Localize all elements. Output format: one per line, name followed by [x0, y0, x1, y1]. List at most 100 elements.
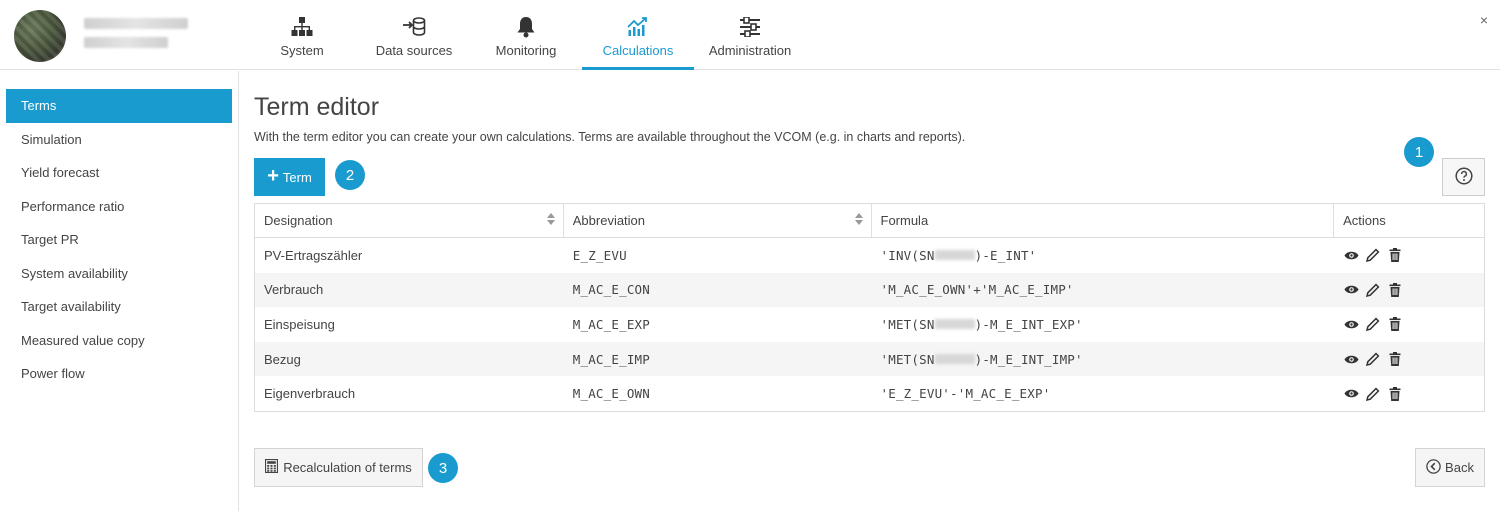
- cell-designation: Einspeisung: [264, 316, 335, 332]
- trash-icon[interactable]: [1387, 351, 1403, 367]
- add-term-label: Term: [282, 169, 312, 185]
- cell-designation: PV-Ertragszähler: [264, 247, 363, 263]
- trash-icon[interactable]: [1387, 316, 1403, 332]
- callout-badge-2: 2: [335, 160, 365, 190]
- data-import-icon: [402, 16, 426, 38]
- trash-icon[interactable]: [1387, 282, 1403, 298]
- arrow-left-circle-icon: [1426, 458, 1441, 477]
- nav-item-administration[interactable]: Administration: [694, 0, 806, 70]
- question-circle-icon: [1454, 166, 1473, 188]
- cell-formula: 'MET(SN)-M_E_INT_EXP': [880, 316, 1083, 332]
- nav-item-data-sources[interactable]: Data sources: [358, 0, 470, 70]
- eye-icon[interactable]: [1343, 316, 1359, 332]
- sidebar-item-system-availability[interactable]: System availability: [6, 257, 232, 291]
- sort-icon[interactable]: [854, 213, 863, 225]
- cell-formula: 'M_AC_E_OWN'+'M_AC_E_IMP': [880, 282, 1074, 298]
- pencil-icon[interactable]: [1365, 386, 1381, 402]
- column-header-abbreviation[interactable]: Abbreviation: [564, 204, 872, 237]
- sort-icon[interactable]: [546, 213, 555, 225]
- main-nav: System Data sources Monitoring Calculati…: [246, 0, 806, 70]
- page-title: Term editor: [254, 93, 380, 121]
- redacted-serial: [934, 250, 975, 261]
- sitemap-icon: [291, 16, 313, 38]
- header-label: Actions: [1343, 213, 1386, 228]
- close-icon[interactable]: ×: [1480, 12, 1488, 28]
- header-label: Designation: [264, 213, 333, 228]
- sidebar: Terms Simulation Yield forecast Performa…: [0, 71, 239, 511]
- user-info-blurred: [84, 18, 188, 56]
- avatar[interactable]: [14, 10, 66, 62]
- callout-badge-3: 3: [428, 453, 458, 483]
- table-row: PV-Ertragszähler E_Z_EVU 'INV(SN)-E_INT': [255, 238, 1484, 273]
- help-button[interactable]: [1442, 158, 1485, 196]
- cell-abbreviation: M_AC_E_IMP: [572, 351, 651, 367]
- eye-icon[interactable]: [1343, 247, 1359, 263]
- plus-icon: +: [267, 165, 279, 187]
- eye-icon[interactable]: [1343, 351, 1359, 367]
- table-row: Einspeisung M_AC_E_EXP 'MET(SN)-M_E_INT_…: [255, 307, 1484, 342]
- redacted-serial: [934, 354, 975, 365]
- cell-actions: [1334, 238, 1484, 273]
- sidebar-item-target-pr[interactable]: Target PR: [6, 223, 232, 257]
- pencil-icon[interactable]: [1365, 316, 1381, 332]
- pencil-icon[interactable]: [1365, 247, 1381, 263]
- chart-line-icon: [627, 16, 649, 38]
- top-bar: System Data sources Monitoring Calculati…: [0, 0, 1500, 70]
- sidebar-item-terms[interactable]: Terms: [6, 89, 232, 123]
- nav-item-calculations[interactable]: Calculations: [582, 0, 694, 70]
- pencil-icon[interactable]: [1365, 351, 1381, 367]
- add-term-button[interactable]: + Term: [254, 158, 325, 196]
- cell-formula: 'E_Z_EVU'-'M_AC_E_EXP': [880, 386, 1051, 402]
- callout-badge-1: 1: [1404, 137, 1434, 167]
- cell-actions: [1334, 376, 1484, 411]
- calculator-icon: [265, 458, 279, 476]
- header-label: Formula: [880, 213, 929, 228]
- column-header-formula: Formula: [872, 204, 1335, 237]
- recalculation-label: Recalculation of terms: [283, 460, 412, 475]
- nav-item-label: Calculations: [602, 43, 674, 58]
- page-description: With the term editor you can create your…: [254, 130, 966, 144]
- sliders-icon: [739, 16, 761, 38]
- cell-abbreviation: M_AC_E_OWN: [572, 386, 651, 402]
- nav-item-label: Monitoring: [495, 43, 557, 58]
- sidebar-item-simulation[interactable]: Simulation: [6, 123, 232, 157]
- cell-abbreviation: M_AC_E_EXP: [572, 316, 651, 332]
- cell-actions: [1334, 307, 1484, 342]
- column-header-designation[interactable]: Designation: [255, 204, 564, 237]
- trash-icon[interactable]: [1387, 247, 1403, 263]
- nav-item-label: Data sources: [375, 43, 453, 58]
- cell-formula: 'MET(SN)-M_E_INT_IMP': [880, 351, 1083, 367]
- cell-actions: [1334, 342, 1484, 377]
- sidebar-item-performance-ratio[interactable]: Performance ratio: [6, 190, 232, 224]
- table-header-row: Designation Abbreviation Formula Actions: [255, 204, 1484, 238]
- table-row: Eigenverbrauch M_AC_E_OWN 'E_Z_EVU'-'M_A…: [255, 376, 1484, 411]
- nav-item-label: Administration: [708, 43, 792, 58]
- cell-actions: [1334, 273, 1484, 308]
- sidebar-item-target-availability[interactable]: Target availability: [6, 290, 232, 324]
- back-button[interactable]: Back: [1415, 448, 1485, 487]
- redacted-serial: [934, 319, 975, 330]
- bell-icon: [516, 16, 536, 38]
- sidebar-item-measured-value-copy[interactable]: Measured value copy: [6, 324, 232, 358]
- pencil-icon[interactable]: [1365, 282, 1381, 298]
- sidebar-item-yield-forecast[interactable]: Yield forecast: [6, 156, 232, 190]
- cell-designation: Verbrauch: [264, 282, 324, 298]
- cell-abbreviation: E_Z_EVU: [572, 247, 627, 263]
- nav-item-monitoring[interactable]: Monitoring: [470, 0, 582, 70]
- eye-icon[interactable]: [1343, 386, 1359, 402]
- cell-designation: Eigenverbrauch: [264, 386, 356, 402]
- column-header-actions: Actions: [1334, 204, 1484, 237]
- nav-item-system[interactable]: System: [246, 0, 358, 70]
- cell-abbreviation: M_AC_E_CON: [572, 282, 651, 298]
- back-label: Back: [1445, 460, 1474, 475]
- terms-table: Designation Abbreviation Formula Actions…: [254, 203, 1485, 412]
- table-row: Bezug M_AC_E_IMP 'MET(SN)-M_E_INT_IMP': [255, 341, 1484, 377]
- cell-designation: Bezug: [264, 351, 301, 367]
- eye-icon[interactable]: [1343, 282, 1359, 298]
- table-row: Verbrauch M_AC_E_CON 'M_AC_E_OWN'+'M_AC_…: [255, 272, 1484, 308]
- trash-icon[interactable]: [1387, 386, 1403, 402]
- recalculation-button[interactable]: Recalculation of terms: [254, 448, 423, 487]
- cell-formula: 'INV(SN)-E_INT': [880, 247, 1037, 263]
- sidebar-item-power-flow[interactable]: Power flow: [6, 357, 232, 391]
- header-label: Abbreviation: [572, 213, 646, 228]
